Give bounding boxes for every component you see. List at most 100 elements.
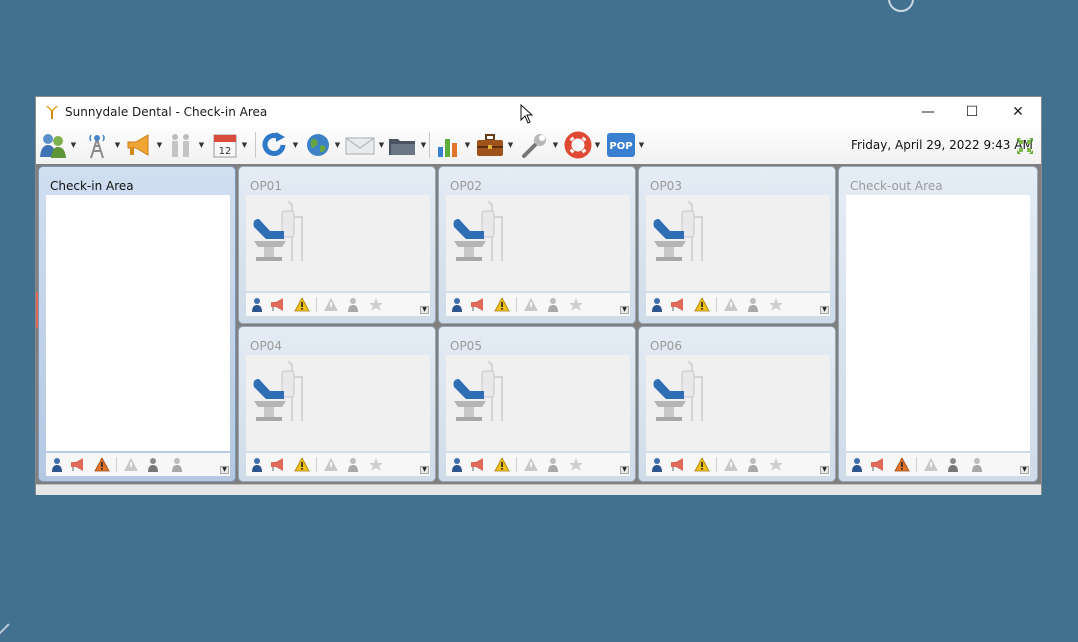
patient-icon[interactable] bbox=[850, 457, 864, 472]
patient-icon[interactable] bbox=[450, 457, 464, 472]
inactive-warning-icon[interactable] bbox=[123, 457, 139, 472]
provider-icon[interactable] bbox=[946, 457, 960, 472]
maximize-button[interactable]: ☐ bbox=[949, 97, 995, 127]
status-dropdown-button[interactable]: ▼ bbox=[220, 466, 229, 474]
status-dropdown-button[interactable]: ▼ bbox=[820, 466, 829, 474]
tools-button[interactable]: ▼ bbox=[520, 131, 560, 159]
megaphone-icon[interactable] bbox=[670, 457, 686, 472]
patient-icon[interactable] bbox=[250, 297, 264, 312]
title-bar[interactable]: Sunnydale Dental - Check-in Area — ☐ ✕ bbox=[36, 97, 1041, 127]
network-button[interactable]: ▼ bbox=[82, 131, 122, 159]
warning-icon[interactable] bbox=[694, 297, 710, 312]
assistant-icon[interactable] bbox=[746, 297, 760, 312]
alert-icon[interactable] bbox=[94, 457, 110, 472]
patient-icon[interactable] bbox=[50, 457, 64, 472]
panel-status-bar: ▼ bbox=[846, 453, 1030, 476]
op01-body[interactable] bbox=[246, 195, 430, 291]
inactive-warning-icon[interactable] bbox=[923, 457, 939, 472]
star-icon[interactable] bbox=[368, 297, 384, 312]
inactive-warning-icon[interactable] bbox=[723, 457, 739, 472]
star-icon[interactable] bbox=[568, 457, 584, 472]
minimize-button[interactable]: — bbox=[905, 97, 951, 127]
inactive-warning-icon[interactable] bbox=[523, 297, 539, 312]
op02-panel[interactable]: OP02 ▼ bbox=[438, 166, 636, 324]
reports-button[interactable]: ▼ bbox=[434, 131, 472, 159]
assistant-icon[interactable] bbox=[546, 297, 560, 312]
patient-icon[interactable] bbox=[450, 297, 464, 312]
main-toolbar: ▼ ▼ ▼ ▼ 12 ▼ ▼ ▼ ▼ ▼ ▼ ▼ ▼ ▼ POP ▼ Frida… bbox=[36, 127, 1041, 165]
op05-body[interactable] bbox=[446, 355, 630, 451]
status-dropdown-button[interactable]: ▼ bbox=[820, 306, 829, 314]
status-dropdown-button[interactable]: ▼ bbox=[620, 466, 629, 474]
warning-icon[interactable] bbox=[494, 297, 510, 312]
patient-icon[interactable] bbox=[650, 457, 664, 472]
assistant-icon[interactable] bbox=[346, 297, 360, 312]
calendar-button[interactable]: 12 ▼ bbox=[211, 131, 249, 159]
status-dropdown-button[interactable]: ▼ bbox=[1020, 466, 1029, 474]
dental-chair-icon bbox=[653, 200, 703, 261]
web-button[interactable]: ▼ bbox=[304, 131, 342, 159]
op03-body[interactable] bbox=[646, 195, 830, 291]
star-icon[interactable] bbox=[368, 457, 384, 472]
megaphone-icon[interactable] bbox=[270, 297, 286, 312]
warning-icon[interactable] bbox=[694, 457, 710, 472]
panel-title: OP01 bbox=[250, 179, 282, 193]
announce-button[interactable]: ▼ bbox=[124, 131, 164, 159]
op04-panel[interactable]: OP04 ▼ bbox=[238, 326, 436, 482]
star-icon[interactable] bbox=[568, 297, 584, 312]
documents-button[interactable]: ▼ bbox=[386, 131, 428, 159]
inactive-warning-icon[interactable] bbox=[323, 297, 339, 312]
status-dropdown-button[interactable]: ▼ bbox=[420, 306, 429, 314]
check-out-panel[interactable]: Check-out Area ▼ bbox=[838, 166, 1038, 482]
op04-body[interactable] bbox=[246, 355, 430, 451]
check-in-list[interactable] bbox=[46, 195, 230, 451]
megaphone-icon[interactable] bbox=[470, 297, 486, 312]
inactive-warning-icon[interactable] bbox=[723, 297, 739, 312]
warning-icon[interactable] bbox=[494, 457, 510, 472]
op06-body[interactable] bbox=[646, 355, 830, 451]
megaphone-icon[interactable] bbox=[870, 457, 886, 472]
star-icon[interactable] bbox=[768, 297, 784, 312]
warning-icon[interactable] bbox=[294, 457, 310, 472]
refresh-button[interactable]: ▼ bbox=[260, 131, 300, 159]
provider-icon[interactable] bbox=[146, 457, 160, 472]
mail-button[interactable]: ▼ bbox=[344, 131, 386, 159]
patient-icon[interactable] bbox=[650, 297, 664, 312]
help-button[interactable]: ▼ bbox=[564, 131, 602, 159]
bottom-scroll-strip[interactable] bbox=[36, 484, 1041, 495]
op05-panel[interactable]: OP05 ▼ bbox=[438, 326, 636, 482]
status-dropdown-button[interactable]: ▼ bbox=[420, 466, 429, 474]
check-in-panel[interactable]: Check-in Area ▼ bbox=[38, 166, 236, 482]
op03-panel[interactable]: OP03 ▼ bbox=[638, 166, 836, 324]
patient-icon[interactable] bbox=[250, 457, 264, 472]
warning-icon[interactable] bbox=[294, 297, 310, 312]
alert-icon[interactable] bbox=[894, 457, 910, 472]
office-button[interactable]: ▼ bbox=[475, 131, 515, 159]
megaphone-icon[interactable] bbox=[670, 297, 686, 312]
pop-label: POP bbox=[609, 141, 632, 152]
check-out-list[interactable] bbox=[846, 195, 1030, 451]
megaphone-icon[interactable] bbox=[270, 457, 286, 472]
inactive-warning-icon[interactable] bbox=[523, 457, 539, 472]
megaphone-icon[interactable] bbox=[70, 457, 86, 472]
op06-panel[interactable]: OP06 ▼ bbox=[638, 326, 836, 482]
close-button[interactable]: ✕ bbox=[995, 97, 1041, 127]
layout-grid-icon[interactable] bbox=[1015, 136, 1035, 156]
megaphone-icon[interactable] bbox=[470, 457, 486, 472]
panel-status-bar: ▼ bbox=[446, 453, 630, 476]
pop-button[interactable]: POP ▼ bbox=[606, 131, 646, 159]
assistant-icon[interactable] bbox=[546, 457, 560, 472]
assistant-icon[interactable] bbox=[170, 457, 184, 472]
status-separator bbox=[716, 457, 717, 472]
op01-panel[interactable]: OP01 ▼ bbox=[238, 166, 436, 324]
status-dropdown-button[interactable]: ▼ bbox=[620, 306, 629, 314]
patients-button[interactable]: ▼ bbox=[38, 131, 78, 159]
tools-icon bbox=[522, 134, 546, 158]
family-button[interactable]: ▼ bbox=[166, 131, 206, 159]
star-icon[interactable] bbox=[768, 457, 784, 472]
inactive-warning-icon[interactable] bbox=[323, 457, 339, 472]
assistant-icon[interactable] bbox=[970, 457, 984, 472]
assistant-icon[interactable] bbox=[346, 457, 360, 472]
assistant-icon[interactable] bbox=[746, 457, 760, 472]
op02-body[interactable] bbox=[446, 195, 630, 291]
